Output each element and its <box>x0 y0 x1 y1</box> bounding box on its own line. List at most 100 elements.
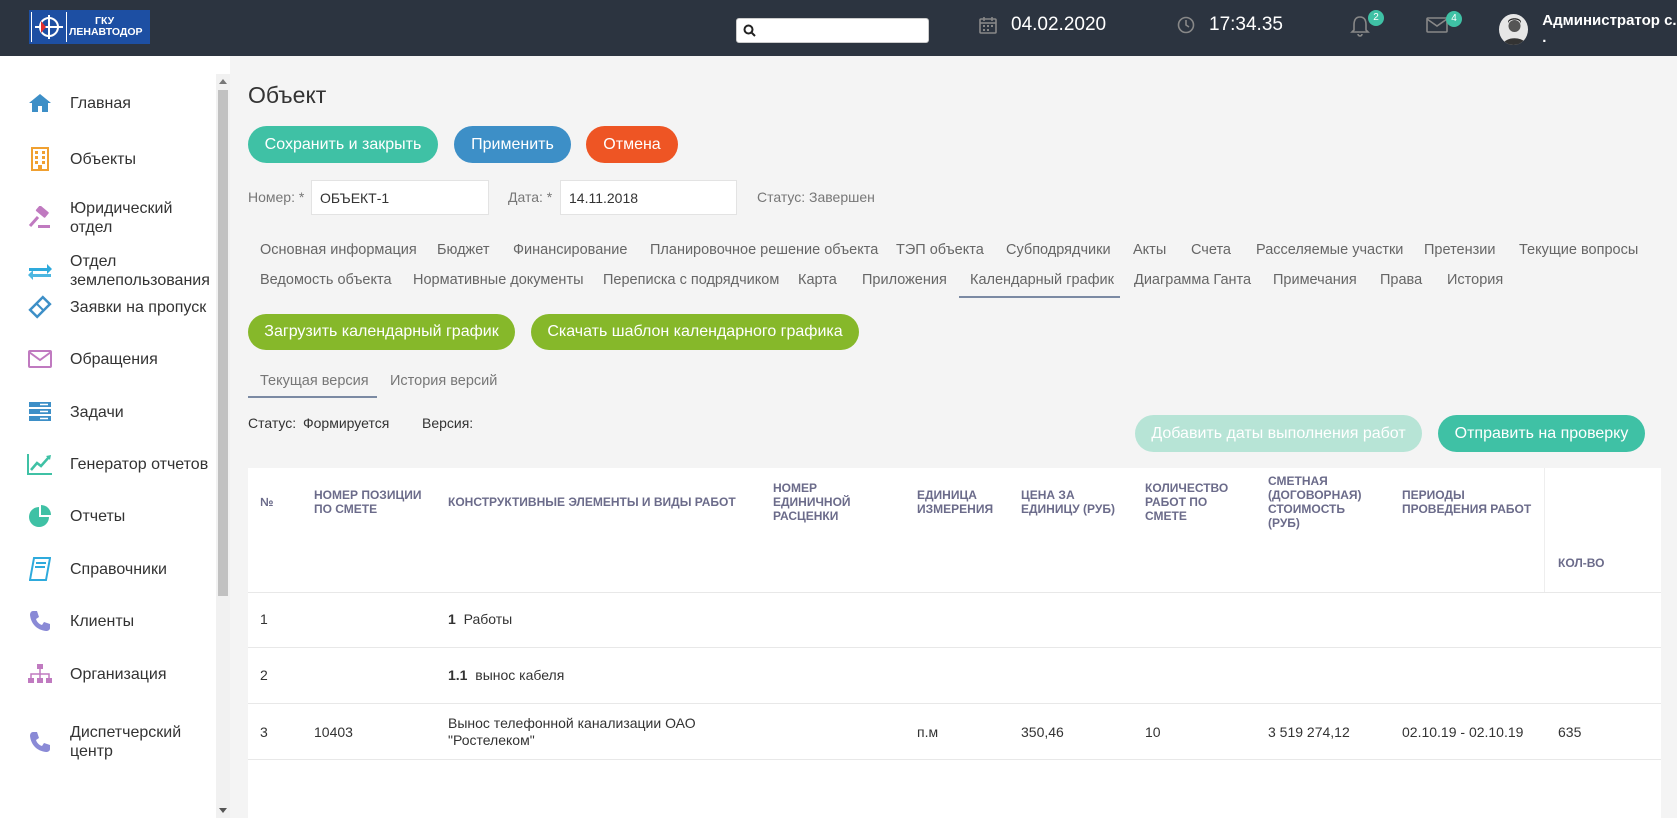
tab-main-info[interactable]: Основная информация <box>260 242 417 258</box>
tab-financing[interactable]: Финансирование <box>513 242 627 258</box>
tab-notes[interactable]: Примечания <box>1273 272 1357 288</box>
col-header-number: № <box>260 495 274 509</box>
date-label: Дата: * <box>508 189 553 205</box>
gavel-icon <box>27 205 53 231</box>
envelope-icon <box>1426 17 1448 33</box>
col-header-rate-code: Номер единичной расценки <box>773 481 851 523</box>
cell-period: 02.10.19 - 02.10.19 <box>1402 724 1524 740</box>
building-icon <box>27 146 53 172</box>
tab-gantt[interactable]: Диаграмма Ганта <box>1134 272 1251 288</box>
notifications-badge: 2 <box>1368 10 1384 26</box>
sidebar: Главная Объекты Юридический отдел Отдел … <box>0 56 230 818</box>
tab-version-history[interactable]: История версий <box>390 373 497 389</box>
sidebar-item-tasks[interactable]: Задачи <box>27 399 217 425</box>
tab-history[interactable]: История <box>1447 272 1503 288</box>
download-template-button[interactable]: Скачать шаблон календарного графика <box>531 314 859 350</box>
cell-number: 2 <box>260 667 268 683</box>
sidebar-item-directories[interactable]: Справочники <box>27 556 217 582</box>
sidebar-item-passes[interactable]: Заявки на пропуск <box>27 294 217 320</box>
number-label: Номер: * <box>248 189 305 205</box>
col-header-cost: Сметная (договорная) стоимость (руб) <box>1268 474 1362 530</box>
date-text: 04.02.2020 <box>1011 14 1107 35</box>
bell-icon <box>1350 16 1370 37</box>
sidebar-item-report-generator[interactable]: Генератор отчетов <box>27 451 217 477</box>
messages-button[interactable]: 4 <box>1426 11 1462 39</box>
date-field[interactable]: 14.11.2018 <box>560 180 737 215</box>
schedule-table: № Номер позиции по смете Конструктивные … <box>248 468 1661 818</box>
scroll-thumb[interactable] <box>218 90 228 596</box>
sidebar-item-dispatch-center[interactable]: Диспетчерский центр <box>27 723 217 761</box>
search-box[interactable] <box>736 18 929 43</box>
home-icon <box>27 90 53 116</box>
col-header-elements: Конструктивные элементы и виды работ <box>448 495 736 509</box>
col-header-price: Цена за единицу (руб) <box>1021 488 1115 516</box>
search-input[interactable] <box>759 21 925 40</box>
time-text: 17:34.35 <box>1209 14 1283 35</box>
tab-current-version[interactable]: Текущая версия <box>260 373 369 389</box>
tab-current-issues[interactable]: Текущие вопросы <box>1519 242 1638 258</box>
notifications-button[interactable]: 2 <box>1350 10 1384 42</box>
sidebar-item-clients[interactable]: Клиенты <box>27 608 217 634</box>
apply-button[interactable]: Применить <box>454 126 571 163</box>
cell-number: 1 <box>260 611 268 627</box>
row-divider <box>248 703 1661 704</box>
object-status: Статус: Завершен <box>757 189 875 205</box>
save-close-button[interactable]: Сохранить и закрыть <box>248 126 438 163</box>
tasks-icon <box>27 399 53 425</box>
row-divider <box>248 759 1661 760</box>
sidebar-item-land-use[interactable]: Отдел землепользования <box>27 252 217 290</box>
cell-unit: п.м <box>917 724 939 740</box>
page-title: Объект <box>248 82 327 108</box>
sidebar-item-appeals[interactable]: Обращения <box>27 346 217 372</box>
row-divider <box>248 647 1661 648</box>
logo[interactable]: ГКУ ЛЕНАВТОДОР <box>29 10 150 44</box>
tab-acts[interactable]: Акты <box>1133 242 1166 258</box>
tab-normative-docs[interactable]: Нормативные документы <box>413 272 584 288</box>
tab-subcontractors[interactable]: Субподрядчики <box>1006 242 1111 258</box>
tab-object-sheet[interactable]: Ведомость объекта <box>260 272 392 288</box>
tab-map[interactable]: Карта <box>798 272 837 288</box>
sidebar-item-organization[interactable]: Организация <box>27 661 217 687</box>
tab-invoices[interactable]: Счета <box>1191 242 1231 258</box>
tab-rights[interactable]: Права <box>1380 272 1422 288</box>
sidebar-item-legal[interactable]: Юридический отдел <box>27 199 217 237</box>
cell-number: 3 <box>260 724 268 740</box>
number-field[interactable]: ОБЪЕКТ-1 <box>311 180 489 215</box>
sidebar-item-objects[interactable]: Объекты <box>27 146 217 172</box>
tab-attachments[interactable]: Приложения <box>862 272 947 288</box>
tab-contractor-correspondence[interactable]: Переписка с подрядчиком <box>603 272 779 288</box>
clock-icon <box>1177 16 1195 34</box>
tab-planning[interactable]: Планировочное решение объекта <box>650 242 878 258</box>
search-icon <box>743 24 756 37</box>
send-review-button[interactable]: Отправить на проверку <box>1438 415 1645 452</box>
add-work-dates-button[interactable]: Добавить даты выполнения работ <box>1135 415 1422 452</box>
cell-count: 635 <box>1558 724 1582 740</box>
scroll-up-arrow-icon[interactable] <box>219 79 227 84</box>
upload-schedule-button[interactable]: Загрузить календарный график <box>248 314 515 350</box>
version-status-label: Статус: <box>248 415 297 431</box>
messages-badge: 4 <box>1446 11 1462 27</box>
sidebar-item-home[interactable]: Главная <box>27 90 217 116</box>
cell-elements: 1.1 вынос кабеля <box>448 667 565 683</box>
col-header-unit: Единица измерения <box>917 488 994 516</box>
tab-resettled-plots[interactable]: Расселяемые участки <box>1256 242 1403 258</box>
col-header-quantity: Количество работ по смете <box>1145 481 1229 523</box>
active-subtab-indicator <box>248 396 377 398</box>
book-icon <box>27 556 53 582</box>
scroll-down-arrow-icon[interactable] <box>219 808 227 813</box>
ticket-icon <box>27 294 53 320</box>
cell-position: 10403 <box>314 724 353 740</box>
user-menu[interactable]: Администратор с. . <box>1499 12 1677 46</box>
row-divider <box>248 592 1661 593</box>
tab-budget[interactable]: Бюджет <box>437 242 489 258</box>
tab-calendar-schedule[interactable]: Календарный график <box>970 272 1114 288</box>
sidebar-item-reports[interactable]: Отчеты <box>27 503 217 529</box>
tab-claims[interactable]: Претензии <box>1424 242 1495 258</box>
cancel-button[interactable]: Отмена <box>586 126 678 163</box>
header-divider <box>1544 468 1545 592</box>
cell-price: 350,46 <box>1021 724 1064 740</box>
col-header-periods: Периоды проведения работ <box>1402 488 1532 516</box>
sidebar-scrollbar[interactable] <box>216 74 230 818</box>
tab-tep[interactable]: ТЭП объекта <box>896 242 984 258</box>
time-display: 17:34.35 <box>1177 14 1283 36</box>
